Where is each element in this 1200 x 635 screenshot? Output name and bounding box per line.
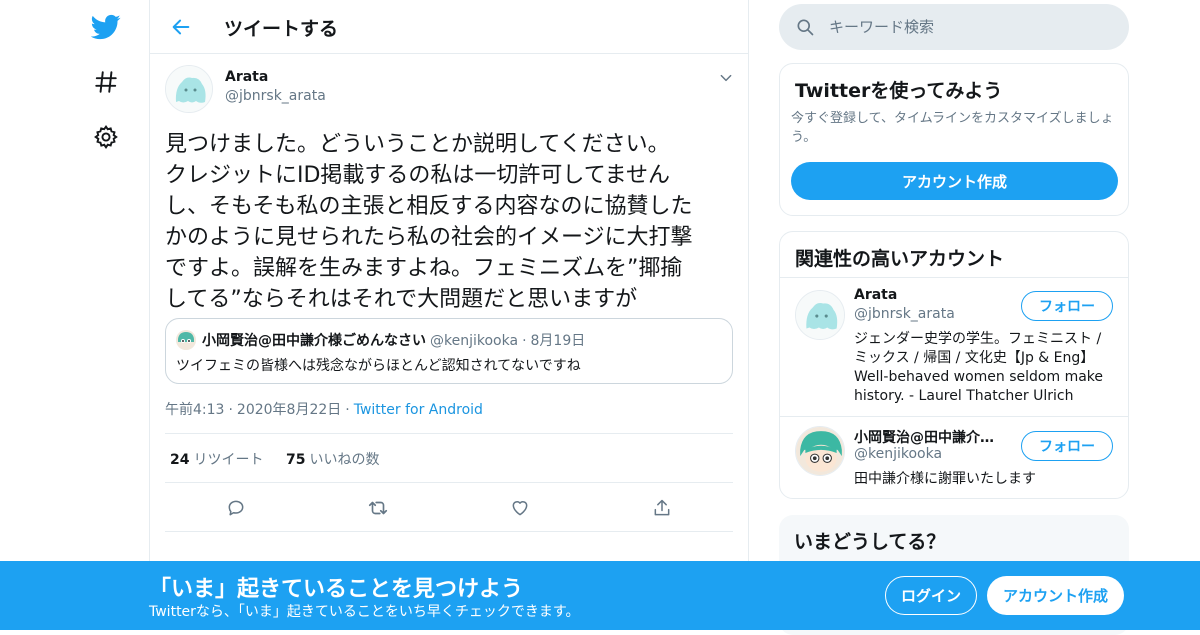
related-accounts-card: 関連性の高いアカウント Arata @jbnrsk_arata フォロー ジェン… [779,231,1129,499]
quoted-tweet[interactable]: 小岡賢治@田中謙介様ごめんなさい @kenjikooka · 8月19日 ツイフェミの… [165,318,733,384]
author-avatar[interactable] [165,65,213,113]
quote-header: 小岡賢治@田中謙介様ごめんなさい @kenjikooka · 8月19日 [202,330,585,350]
page-title: ツイートする [224,18,339,40]
signup-banner: 「いま」起きていることを見つけよう Twitterなら、「いま」起きていることを… [0,561,1200,630]
quote-author-handle: @kenjikooka [430,333,519,349]
divider [780,277,1128,278]
banner-create-account-button[interactable]: アカウント作成 [987,576,1124,615]
retweet-count: 24 [170,452,190,468]
signup-card-description: 今すぐ登録して、タイムラインをカスタマイズしましょう。 [791,111,1114,145]
search-box[interactable] [779,4,1129,50]
tweet-source[interactable]: Twitter for Android [354,402,483,418]
share-button[interactable] [650,496,674,520]
banner-subtitle: Twitterなら、「いま」起きていることをいち早くチェックできます。 [149,604,580,620]
explore-button[interactable] [84,60,128,104]
tweet-text: 見つけました。どういうことか説明してください。 クレジットにID掲載するの私は一… [165,132,693,312]
meta-separator: · [345,402,350,418]
retweet-button[interactable] [366,496,390,520]
like-count: 75 [286,452,306,468]
login-button[interactable]: ログイン [885,576,977,615]
arrow-left-icon [172,19,190,35]
meta-separator: · [228,402,233,418]
like-stat[interactable]: 75 いいねの数 [286,449,379,469]
related-account-name[interactable]: 小岡賢治@田中謙介… [854,427,1014,447]
follow-button[interactable]: フォロー [1021,291,1113,321]
related-account-avatar[interactable] [795,290,845,340]
author-name[interactable]: Arata [225,69,268,85]
chevron-down-icon [720,74,732,82]
trends-title: いまどうしてる？ [794,531,946,553]
reply-button[interactable] [224,496,248,520]
avatar-image [176,330,196,350]
related-account-bio: 田中謙介様に謝罪いたします [854,471,1036,487]
main-column: ツイートする Arata @jbnrsk_arata 見つけました。どういうこと… [149,0,749,630]
like-button[interactable] [508,496,532,520]
related-account-bio: ジェンダー史学の学生。フェミニスト / ミックス / 帰国 / 文化史【Jp &… [854,331,1104,404]
related-account-name[interactable]: Arata [854,287,1014,303]
tweet-time[interactable]: 午前4:13 [165,402,224,418]
quote-date: 8月19日 [530,333,586,349]
gear-icon [94,125,118,150]
avatar-image [166,66,212,112]
twitter-logo-button[interactable] [84,5,128,49]
signup-card-title: Twitterを使ってみよう [795,80,1003,102]
tweet-actions [165,484,733,532]
retweet-icon [368,501,388,515]
twitter-bird-icon [91,14,121,40]
avatar-image [796,427,844,475]
more-options-button[interactable] [716,68,736,88]
quote-text: ツイフェミの皆様へは残念ながらほとんど認知されてないですね [176,358,581,374]
avatar-image [796,291,844,339]
tweet-meta: 午前4:13 · 2020年8月22日 · Twitter for Android [165,399,483,419]
create-account-button[interactable]: アカウント作成 [791,162,1118,200]
related-account-handle[interactable]: @kenjikooka [854,446,942,462]
search-input[interactable] [829,16,1109,38]
related-account-avatar[interactable] [795,426,845,476]
related-accounts-title: 関連性の高いアカウント [795,248,1005,270]
signup-card: Twitterを使ってみよう 今すぐ登録して、タイムラインをカスタマイズしましょ… [779,63,1129,216]
share-icon [654,499,670,516]
reply-icon [228,500,244,516]
quote-separator: · [522,333,527,349]
related-account-handle[interactable]: @jbnrsk_arata [854,306,955,322]
search-icon [797,19,814,36]
heart-icon [512,501,528,516]
like-label: いいねの数 [309,452,380,468]
page-header: ツイートする [150,0,748,54]
divider [780,416,1128,417]
quote-author-name: 小岡賢治@田中謙介様ごめんなさい [202,333,426,349]
retweet-label: リツイート [193,452,264,468]
author-handle[interactable]: @jbnrsk_arata [225,88,326,104]
hashtag-icon [95,71,117,93]
settings-button[interactable] [84,115,128,159]
tweet-stats: 24 リツイート 75 いいねの数 [165,433,733,483]
retweet-stat[interactable]: 24 リツイート [170,449,263,469]
follow-button[interactable]: フォロー [1021,431,1113,461]
back-button[interactable] [166,12,196,42]
tweet-date[interactable]: 2020年8月22日 [237,402,341,418]
banner-title: 「いま」起きていることを見つけよう [149,577,524,602]
quote-avatar [176,330,196,350]
